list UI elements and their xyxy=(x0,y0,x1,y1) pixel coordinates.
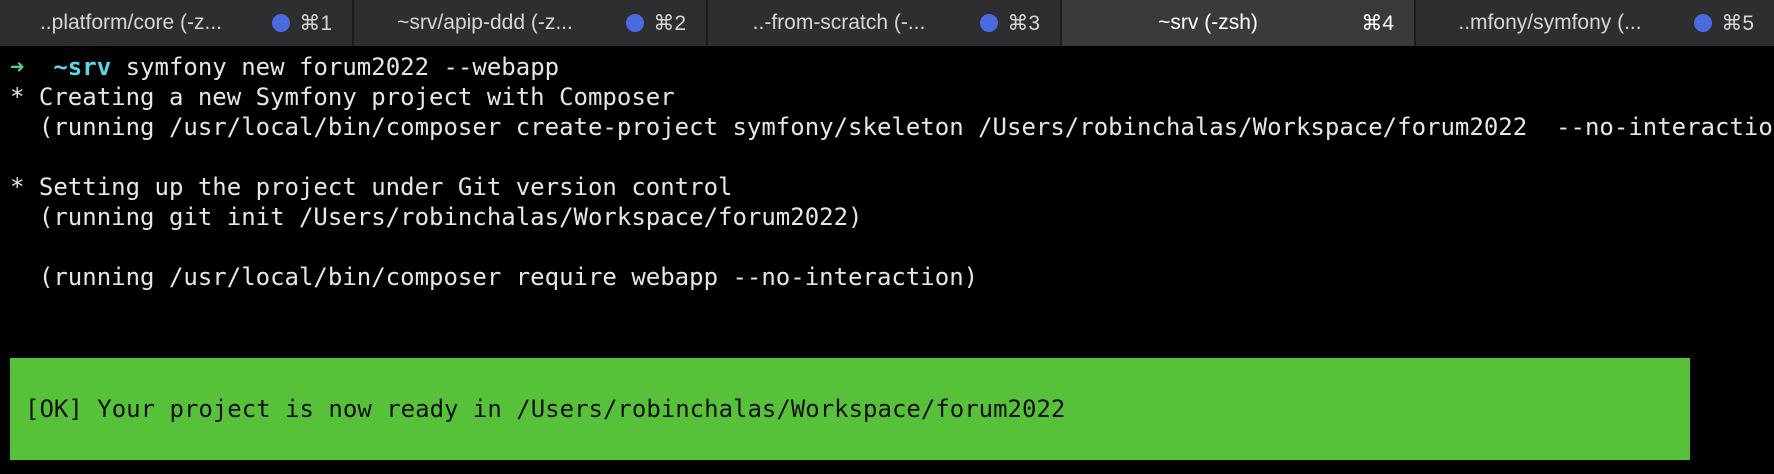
output-line: (running git init /Users/robinchalas/Wor… xyxy=(10,203,863,231)
tab-title: ..mfony/symfony (... xyxy=(1458,11,1642,34)
output-line: (running /usr/local/bin/composer create-… xyxy=(10,113,1774,141)
tab-shortcut: ⌘1 xyxy=(299,11,332,35)
tab-5[interactable]: ..mfony/symfony (... ⌘5 xyxy=(1416,0,1774,46)
tab-shortcut: ⌘4 xyxy=(1361,11,1394,35)
activity-dot-icon xyxy=(1694,14,1712,32)
activity-dot-icon xyxy=(272,14,290,32)
prompt-directory: ~srv xyxy=(53,53,112,81)
activity-dot-icon xyxy=(980,14,998,32)
prompt-arrow-icon: ➜ xyxy=(10,53,25,81)
terminal-output[interactable]: ➜ ~srv symfony new forum2022 --webapp * … xyxy=(0,46,1774,474)
activity-dot-icon xyxy=(626,14,644,32)
tab-shortcut: ⌘3 xyxy=(1007,11,1040,35)
tab-title: ~srv (-zsh) xyxy=(1158,11,1258,34)
tab-shortcut: ⌘2 xyxy=(653,11,686,35)
tab-title: ..platform/core (-z... xyxy=(39,11,223,34)
output-line: * Creating a new Symfony project with Co… xyxy=(10,83,675,111)
tab-3[interactable]: ..-from-scratch (-... ⌘3 xyxy=(708,0,1062,46)
tab-4-active[interactable]: ~srv (-zsh) ⌘4 xyxy=(1062,0,1416,46)
tab-bar: ..platform/core (-z... ⌘1 ~srv/apip-ddd … xyxy=(0,0,1774,46)
tab-2[interactable]: ~srv/apip-ddd (-z... ⌘2 xyxy=(354,0,708,46)
output-line: (running /usr/local/bin/composer require… xyxy=(10,263,979,291)
prompt-line: ➜ ~srv symfony new forum2022 --webapp xyxy=(10,50,559,84)
tab-title: ..-from-scratch (-... xyxy=(752,11,926,34)
command-text: symfony new forum2022 --webapp xyxy=(125,53,560,81)
tab-title: ~srv/apip-ddd (-z... xyxy=(397,11,573,34)
output-line: * Setting up the project under Git versi… xyxy=(10,173,733,201)
success-message: [OK] Your project is now ready in /Users… xyxy=(25,395,1066,423)
success-banner: [OK] Your project is now ready in /Users… xyxy=(10,358,1690,460)
tab-1[interactable]: ..platform/core (-z... ⌘1 xyxy=(0,0,354,46)
tab-shortcut: ⌘5 xyxy=(1721,11,1754,35)
